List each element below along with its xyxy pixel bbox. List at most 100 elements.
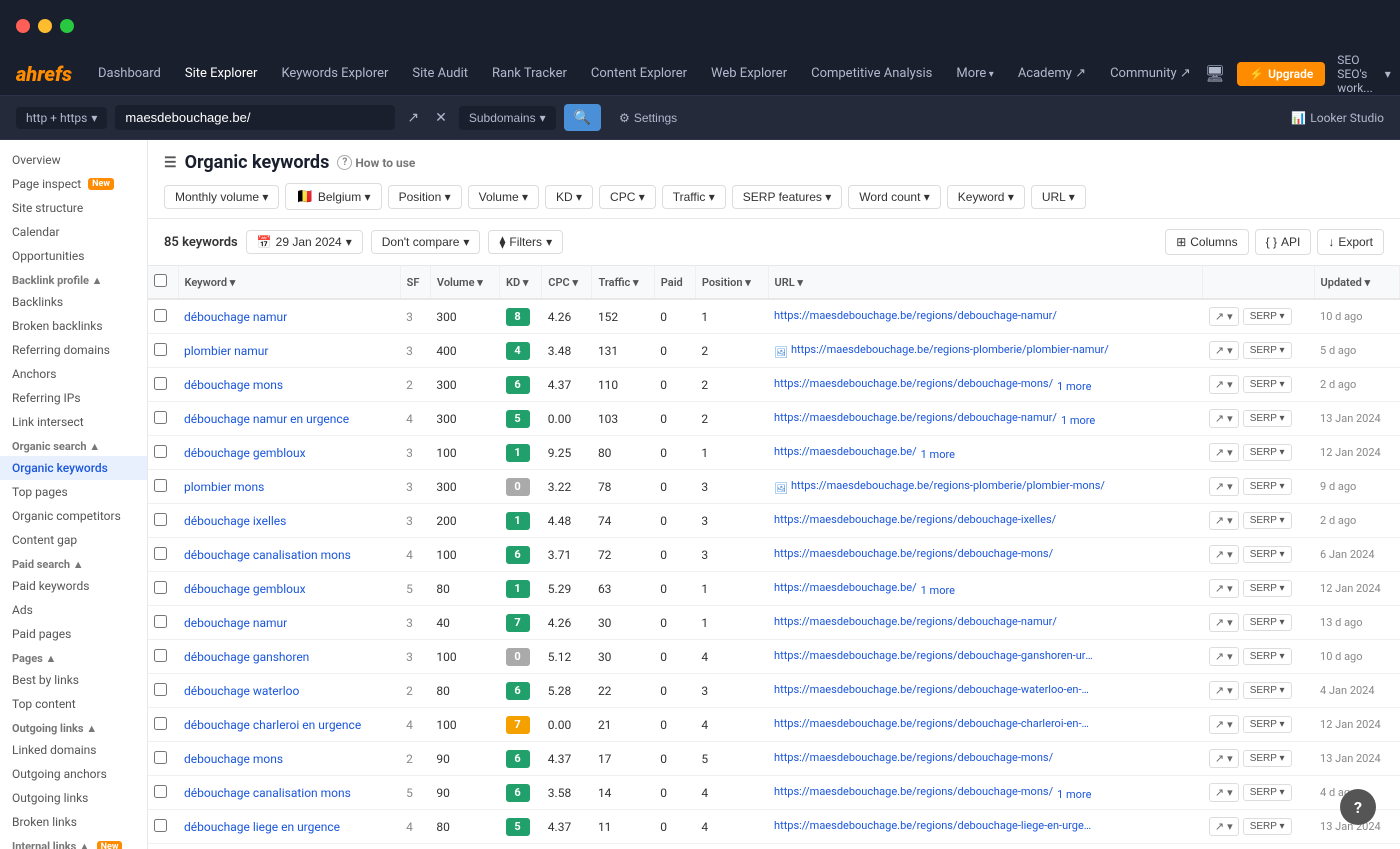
nav-site-explorer[interactable]: Site Explorer [175, 60, 268, 87]
traffic-light-red[interactable] [16, 19, 30, 33]
filter-traffic[interactable]: Traffic ▾ [662, 185, 726, 209]
url-link[interactable]: https://maesdebouchage.be/regions/debouc… [774, 513, 1056, 526]
nav-rank-tracker[interactable]: Rank Tracker [482, 60, 577, 87]
filter-volume[interactable]: Volume ▾ [468, 185, 539, 209]
export-button[interactable]: ↓ Export [1317, 229, 1384, 255]
nav-content-explorer[interactable]: Content Explorer [581, 60, 697, 87]
how-to-link[interactable]: ? How to use [337, 155, 415, 170]
col-kd[interactable]: KD ▾ [500, 266, 542, 299]
serp-button[interactable]: SERP ▾ [1243, 342, 1292, 359]
more-link[interactable]: 1 more [921, 448, 955, 461]
sidebar-section-internal-links[interactable]: Internal links ▲ New [0, 834, 147, 849]
help-button[interactable]: ? [1340, 789, 1376, 825]
sidebar-item-outgoing-links[interactable]: Outgoing links [0, 786, 147, 810]
url-link[interactable]: https://maesdebouchage.be/regions/debouc… [774, 819, 1094, 832]
filter-url[interactable]: URL ▾ [1031, 185, 1086, 209]
url-link[interactable]: https://maesdebouchage.be/regions/debouc… [774, 309, 1057, 322]
compare-button[interactable]: Don't compare ▾ [371, 230, 481, 254]
col-sf[interactable]: SF [400, 266, 430, 299]
url-link[interactable]: https://maesdebouchage.be/regions/debouc… [774, 751, 1053, 764]
row-checkbox[interactable] [154, 751, 167, 764]
serp-button[interactable]: SERP ▾ [1243, 716, 1292, 733]
col-position[interactable]: Position ▾ [695, 266, 768, 299]
sidebar-item-link-intersect[interactable]: Link intersect [0, 410, 147, 434]
filter-country[interactable]: 🇧🇪 Belgium ▾ [285, 183, 381, 210]
columns-button[interactable]: ⊞ Columns [1165, 229, 1248, 255]
sidebar-item-referring-domains[interactable]: Referring domains [0, 338, 147, 362]
sidebar-item-organic-keywords[interactable]: Organic keywords [0, 456, 147, 480]
trend-button[interactable]: ↗ ▾ [1209, 749, 1239, 768]
url-input[interactable] [115, 105, 395, 130]
nav-more[interactable]: More [946, 60, 1003, 87]
row-checkbox[interactable] [154, 411, 167, 424]
sidebar-section-organic-search[interactable]: Organic search ▲ [0, 434, 147, 456]
sidebar-item-paid-pages[interactable]: Paid pages [0, 622, 147, 646]
row-checkbox[interactable] [154, 615, 167, 628]
keyword-link[interactable]: plombier namur [184, 344, 268, 358]
sidebar-item-anchors[interactable]: Anchors [0, 362, 147, 386]
trend-button[interactable]: ↗ ▾ [1209, 783, 1239, 802]
sidebar-section-paid-search[interactable]: Paid search ▲ [0, 552, 147, 574]
nav-academy[interactable]: Academy ↗ [1008, 60, 1096, 87]
menu-icon[interactable]: ☰ [164, 155, 177, 171]
keyword-link[interactable]: debouchage mons [184, 752, 283, 766]
sidebar-item-page-inspect[interactable]: Page inspect New [0, 172, 147, 196]
trend-button[interactable]: ↗ ▾ [1209, 443, 1239, 462]
sidebar-section-backlink-profile[interactable]: Backlink profile ▲ [0, 268, 147, 290]
serp-button[interactable]: SERP ▾ [1243, 376, 1292, 393]
trend-button[interactable]: ↗ ▾ [1209, 477, 1239, 496]
sidebar-item-broken-links[interactable]: Broken links [0, 810, 147, 834]
url-link[interactable]: https://maesdebouchage.be/regions/debouc… [774, 615, 1057, 628]
sidebar-item-calendar[interactable]: Calendar [0, 220, 147, 244]
trend-button[interactable]: ↗ ▾ [1209, 681, 1239, 700]
row-checkbox[interactable] [154, 377, 167, 390]
serp-button[interactable]: SERP ▾ [1243, 546, 1292, 563]
keyword-link[interactable]: débouchage ixelles [184, 514, 286, 528]
keyword-link[interactable]: débouchage canalisation mons [184, 786, 351, 800]
trend-button[interactable]: ↗ ▾ [1209, 341, 1239, 360]
col-volume[interactable]: Volume ▾ [430, 266, 499, 299]
row-checkbox[interactable] [154, 479, 167, 492]
serp-button[interactable]: SERP ▾ [1243, 614, 1292, 631]
keyword-link[interactable]: débouchage liege en urgence [184, 820, 340, 834]
sidebar-item-top-content[interactable]: Top content [0, 692, 147, 716]
sidebar-item-linked-domains[interactable]: Linked domains [0, 738, 147, 762]
keyword-link[interactable]: débouchage namur [184, 310, 287, 324]
nav-competitive-analysis[interactable]: Competitive Analysis [801, 60, 942, 87]
serp-button[interactable]: SERP ▾ [1243, 580, 1292, 597]
col-traffic[interactable]: Traffic ▾ [592, 266, 654, 299]
keyword-link[interactable]: débouchage waterloo [184, 684, 299, 698]
keyword-link[interactable]: débouchage charleroi en urgence [184, 718, 361, 732]
keyword-link[interactable]: débouchage mons [184, 378, 283, 392]
url-link[interactable]: https://maesdebouchage.be/ [774, 445, 917, 458]
col-cpc[interactable]: CPC ▾ [542, 266, 592, 299]
filter-cpc[interactable]: CPC ▾ [599, 185, 656, 209]
trend-button[interactable]: ↗ ▾ [1209, 545, 1239, 564]
url-link[interactable]: https://maesdebouchage.be/regions/debouc… [774, 717, 1094, 730]
nav-keywords-explorer[interactable]: Keywords Explorer [271, 60, 398, 87]
clear-url-icon[interactable]: ✕ [431, 105, 451, 130]
nav-community[interactable]: Community ↗ [1100, 60, 1201, 87]
row-checkbox[interactable] [154, 445, 167, 458]
sidebar-section-outgoing-links[interactable]: Outgoing links ▲ [0, 716, 147, 738]
serp-button[interactable]: SERP ▾ [1243, 478, 1292, 495]
filters-button[interactable]: ⧫ Filters ▾ [488, 230, 563, 254]
trend-button[interactable]: ↗ ▾ [1209, 817, 1239, 836]
sidebar-item-outgoing-anchors[interactable]: Outgoing anchors [0, 762, 147, 786]
col-url[interactable]: URL ▾ [768, 266, 1203, 299]
trend-button[interactable]: ↗ ▾ [1209, 613, 1239, 632]
keyword-link[interactable]: débouchage gembloux [184, 582, 306, 596]
more-link[interactable]: 1 more [921, 584, 955, 597]
select-all-checkbox[interactable] [154, 274, 167, 287]
sidebar-item-content-gap[interactable]: Content gap [0, 528, 147, 552]
sidebar-item-backlinks[interactable]: Backlinks [0, 290, 147, 314]
serp-button[interactable]: SERP ▾ [1243, 818, 1292, 835]
row-checkbox[interactable] [154, 309, 167, 322]
row-checkbox[interactable] [154, 785, 167, 798]
api-button[interactable]: { } API [1255, 229, 1312, 255]
row-checkbox[interactable] [154, 343, 167, 356]
keyword-link[interactable]: debouchage namur [184, 616, 287, 630]
filter-kd[interactable]: KD ▾ [545, 185, 593, 209]
sidebar-item-referring-ips[interactable]: Referring IPs [0, 386, 147, 410]
looker-studio-button[interactable]: 📊 Looker Studio [1291, 111, 1384, 125]
